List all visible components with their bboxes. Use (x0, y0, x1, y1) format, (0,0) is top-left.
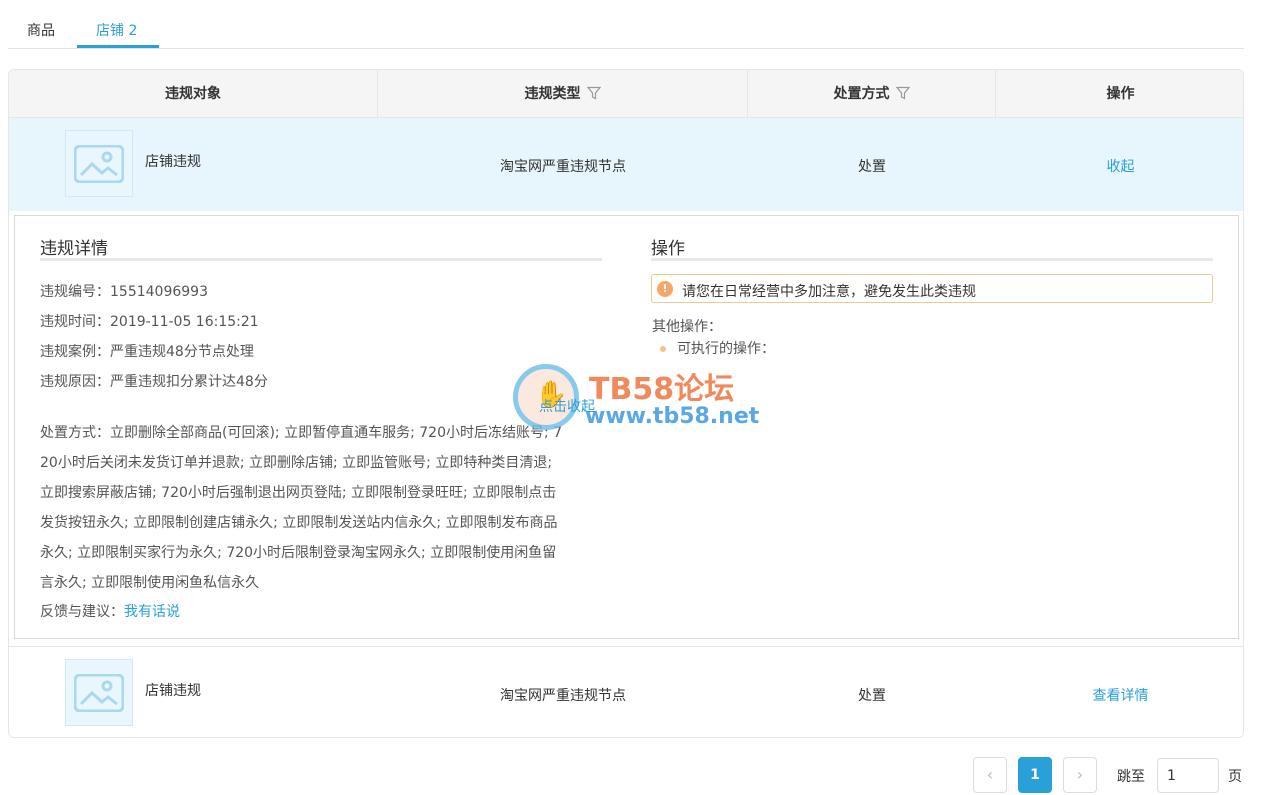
handling-method: 处置 (858, 688, 886, 704)
handling-description: 处置方式：立即删除全部商品(可回滚); 立即暂停直通车服务; 720小时后冻结账… (40, 418, 605, 598)
handling-line: 发货按钮永久; 立即限制创建店铺永久; 立即限制发送站内信永久; 立即限制发布商… (40, 515, 558, 531)
filter-icon[interactable] (586, 86, 601, 100)
violation-object: 店铺违规 (145, 154, 201, 170)
notice-text: 请您在日常经营中多加注意，避免发生此类违规 (682, 284, 976, 300)
chevron-left-icon: ‹ (986, 765, 994, 784)
table-row: 店铺违规 淘宝网严重违规节点 处置 收起 (9, 118, 1243, 211)
violation-case: 违规案例：严重违规48分节点处理 (40, 344, 254, 360)
column-header-handling: 处置方式 (748, 70, 996, 118)
column-header-type: 违规类型 (378, 70, 748, 118)
view-details-link[interactable]: 查看详情 (996, 685, 1243, 705)
page-button-current[interactable]: 1 (1018, 757, 1052, 793)
violation-type: 淘宝网严重违规节点 (500, 159, 626, 175)
violation-number: 违规编号：15514096993 (40, 284, 208, 300)
handling-line: 立即搜索屏蔽店铺; 720小时后强制退出网页登陆; 立即限制登录旺旺; 立即限制… (40, 485, 557, 501)
watermark: ✋ TB58论坛 www.tb58.net 点击收起 (513, 362, 773, 432)
divider (40, 258, 602, 261)
tab-bar: 商品 店铺 2 (8, 0, 1244, 49)
operations-section-title: 操作 (651, 239, 685, 259)
divider (651, 258, 1213, 261)
feedback-label: 反馈与建议： (40, 604, 124, 620)
image-placeholder-icon (65, 130, 133, 197)
column-header-action: 操作 (1106, 86, 1135, 102)
tab-shop[interactable]: 店铺 2 (96, 20, 137, 40)
filter-icon[interactable] (895, 86, 910, 100)
watermark-title: TB58论坛 (589, 372, 735, 407)
column-header-object: 违规对象 (9, 70, 378, 118)
next-page-button[interactable]: › (1063, 757, 1097, 793)
executable-operations-label: 可执行的操作： (677, 341, 775, 357)
violation-time: 违规时间：2019-11-05 16:15:21 (40, 314, 259, 330)
jump-label: 跳至 (1117, 769, 1145, 785)
handling-line: 20小时后关闭未发货订单并退款; 立即删除店铺; 立即监管账号; 立即特种类目清… (40, 455, 553, 471)
feedback-link[interactable]: 我有话说 (124, 604, 180, 620)
tab-products[interactable]: 商品 (27, 20, 55, 40)
handling-method: 处置 (858, 159, 886, 175)
watermark-url: www.tb58.net (585, 404, 760, 429)
detail-section-title: 违规详情 (40, 239, 108, 259)
prev-page-button[interactable]: ‹ (973, 757, 1007, 793)
violation-object: 店铺违规 (145, 683, 201, 699)
image-placeholder-icon (65, 659, 133, 726)
violation-reason: 违规原因：严重违规扣分累计达48分 (40, 374, 268, 390)
violation-type: 淘宝网严重违规节点 (500, 688, 626, 704)
feedback-row: 反馈与建议：我有话说 (40, 601, 180, 621)
handling-line: 言永久; 立即限制使用闲鱼私信永久 (40, 575, 260, 591)
warning-notice: ! 请您在日常经营中多加注意，避免发生此类违规 (651, 274, 1213, 303)
table-row: 店铺违规 淘宝网严重违规节点 处置 查看详情 (9, 646, 1243, 737)
table-header: 违规对象 违规类型 处置方式 操作 (9, 70, 1243, 118)
warning-icon: ! (657, 281, 673, 297)
jump-page-input[interactable] (1157, 758, 1219, 793)
collapse-link[interactable]: 收起 (996, 156, 1243, 176)
handling-line: 永久; 立即限制买家行为永久; 720小时后限制登录淘宝网永久; 立即限制使用闲… (40, 545, 557, 561)
chevron-right-icon: › (1076, 765, 1084, 784)
other-operations-label: 其他操作： (652, 319, 722, 335)
page-unit-label: 页 (1228, 769, 1242, 785)
watermark-collapse-text[interactable]: 点击收起 (539, 396, 595, 416)
bullet-dot (660, 346, 666, 352)
active-tab-indicator (77, 45, 159, 48)
